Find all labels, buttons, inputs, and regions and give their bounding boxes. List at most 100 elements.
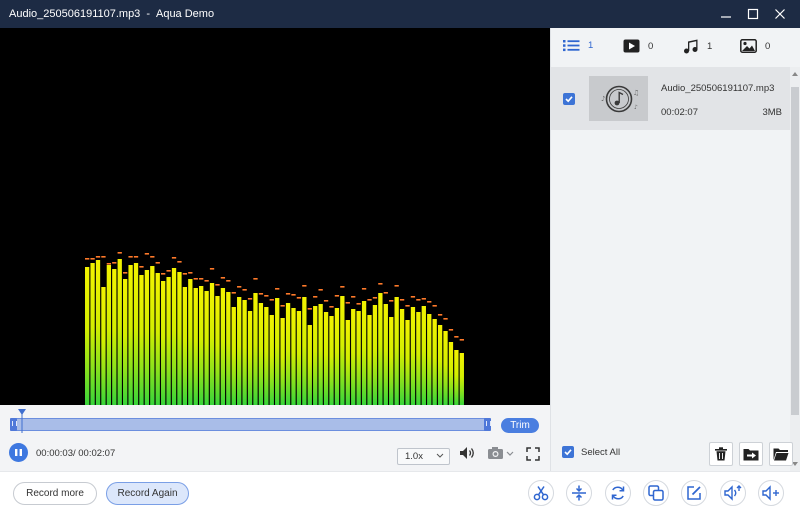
trim-button[interactable]: Trim xyxy=(501,418,539,433)
spectrum-bar xyxy=(275,298,280,405)
snapshot-button[interactable] xyxy=(486,445,516,461)
speed-select[interactable]: 1.0x xyxy=(397,448,450,465)
spectrum-peak xyxy=(378,283,383,285)
spectrum-bar xyxy=(128,265,133,405)
spectrum-bar xyxy=(139,275,144,405)
filter-audio[interactable]: 1 xyxy=(683,39,712,54)
spectrum-bar xyxy=(106,265,112,405)
file-checkbox[interactable] xyxy=(563,93,575,105)
rotate-icon xyxy=(611,486,625,500)
copy-icon xyxy=(648,485,664,501)
spectrum-bar xyxy=(231,307,236,405)
merge-button[interactable] xyxy=(566,480,592,506)
file-list-scrollbar[interactable] xyxy=(790,67,800,471)
volume-button[interactable] xyxy=(458,445,478,461)
spectrum-peak xyxy=(340,286,345,288)
file-list-item[interactable]: ♪ ♫ ♪ Audio_250506191107.mp3 00:02:07 3M… xyxy=(551,67,790,130)
spectrum-peak xyxy=(437,314,443,316)
scroll-up-icon[interactable] xyxy=(792,71,798,76)
video-preview[interactable] xyxy=(0,28,550,405)
trim-timeline[interactable] xyxy=(10,418,491,431)
spectrum-peak xyxy=(155,262,160,264)
scissors-icon xyxy=(533,486,549,501)
filter-all[interactable]: 1 xyxy=(563,39,593,52)
minimize-icon xyxy=(721,16,731,18)
spectrum-bar xyxy=(448,342,454,405)
spectrum-bar xyxy=(204,291,209,405)
minimize-button[interactable] xyxy=(712,0,740,28)
add-audio-button[interactable] xyxy=(758,480,784,506)
clip-button[interactable] xyxy=(528,480,554,506)
select-all[interactable]: Select All xyxy=(562,446,620,458)
spectrum-bar xyxy=(112,269,117,405)
spectrum-peak xyxy=(144,253,150,255)
spectrum-bar xyxy=(155,273,160,405)
select-all-checkbox[interactable] xyxy=(562,446,574,458)
app-name: Aqua Demo xyxy=(155,8,215,20)
volume-boost-icon xyxy=(724,485,742,501)
spectrum-peak xyxy=(394,285,399,287)
spectrum-peak xyxy=(421,298,426,300)
volume-boost-button[interactable] xyxy=(720,480,746,506)
pause-button[interactable] xyxy=(9,443,28,462)
spectrum-bar xyxy=(389,317,394,405)
spectrum-bar xyxy=(253,293,258,405)
trim-start-handle[interactable] xyxy=(10,418,17,431)
spectrum-peak xyxy=(454,336,459,338)
spectrum-peak xyxy=(356,303,361,305)
spectrum-bar xyxy=(405,320,410,405)
spectrum-peak xyxy=(323,300,329,302)
spectrum-peak xyxy=(372,297,378,299)
fullscreen-button[interactable] xyxy=(524,445,542,463)
convert-button[interactable] xyxy=(605,480,631,506)
fullscreen-icon xyxy=(526,447,540,461)
spectrum-peak xyxy=(106,263,112,265)
edit-button[interactable] xyxy=(681,480,707,506)
spectrum-peak xyxy=(161,273,166,275)
speed-value: 1.0x xyxy=(405,451,423,462)
audio-visualizer xyxy=(85,252,464,405)
open-folder-button[interactable] xyxy=(769,442,793,466)
trash-icon xyxy=(715,447,727,461)
spectrum-bar xyxy=(247,311,253,405)
file-name: Audio_250506191107.mp3 xyxy=(661,83,775,94)
spectrum-peak xyxy=(133,256,139,258)
trim-end-handle[interactable] xyxy=(484,418,491,431)
spectrum-bar xyxy=(361,301,367,405)
time-display: 00:00:03/ 00:02:07 xyxy=(36,448,116,459)
record-again-button[interactable]: Record Again xyxy=(106,482,189,505)
spectrum-peak xyxy=(220,277,226,279)
spectrum-bar xyxy=(237,297,242,405)
maximize-button[interactable] xyxy=(739,0,767,28)
spectrum-bar xyxy=(258,303,264,405)
spectrum-peak xyxy=(275,288,280,290)
spectrum-peak xyxy=(193,278,198,280)
spectrum-bar xyxy=(437,325,443,405)
spectrum-peak xyxy=(247,298,253,300)
spectrum-peak xyxy=(296,297,302,299)
save-to-folder-button[interactable] xyxy=(739,442,763,466)
svg-text:♪: ♪ xyxy=(634,104,638,111)
file-size: 3MB xyxy=(762,107,782,118)
spectrum-peak xyxy=(285,293,291,295)
spectrum-peak xyxy=(443,318,448,320)
record-more-button[interactable]: Record more xyxy=(13,482,97,505)
spectrum-bar xyxy=(394,297,399,405)
spectrum-bar xyxy=(90,263,95,405)
delete-button[interactable] xyxy=(709,442,733,466)
spectrum-peak xyxy=(117,252,122,254)
spectrum-peak xyxy=(367,299,372,301)
spectrum-bar xyxy=(188,279,193,405)
filter-video[interactable]: 0 xyxy=(623,39,653,53)
spectrum-peak xyxy=(123,272,128,274)
copy-button[interactable] xyxy=(643,480,669,506)
playhead-marker[interactable] xyxy=(17,409,27,433)
spectrum-peak xyxy=(410,296,416,298)
close-button[interactable] xyxy=(766,0,794,28)
spectrum-peak xyxy=(318,289,323,291)
filter-image[interactable]: 0 xyxy=(740,39,770,53)
scrollbar-thumb[interactable] xyxy=(791,87,799,415)
spectrum-bar xyxy=(264,307,269,405)
file-panel: 1 0 1 0 ♪ ♫ ♪ Audio_250506191107.mp3 00:… xyxy=(550,28,800,471)
spectrum-bar xyxy=(150,266,155,405)
